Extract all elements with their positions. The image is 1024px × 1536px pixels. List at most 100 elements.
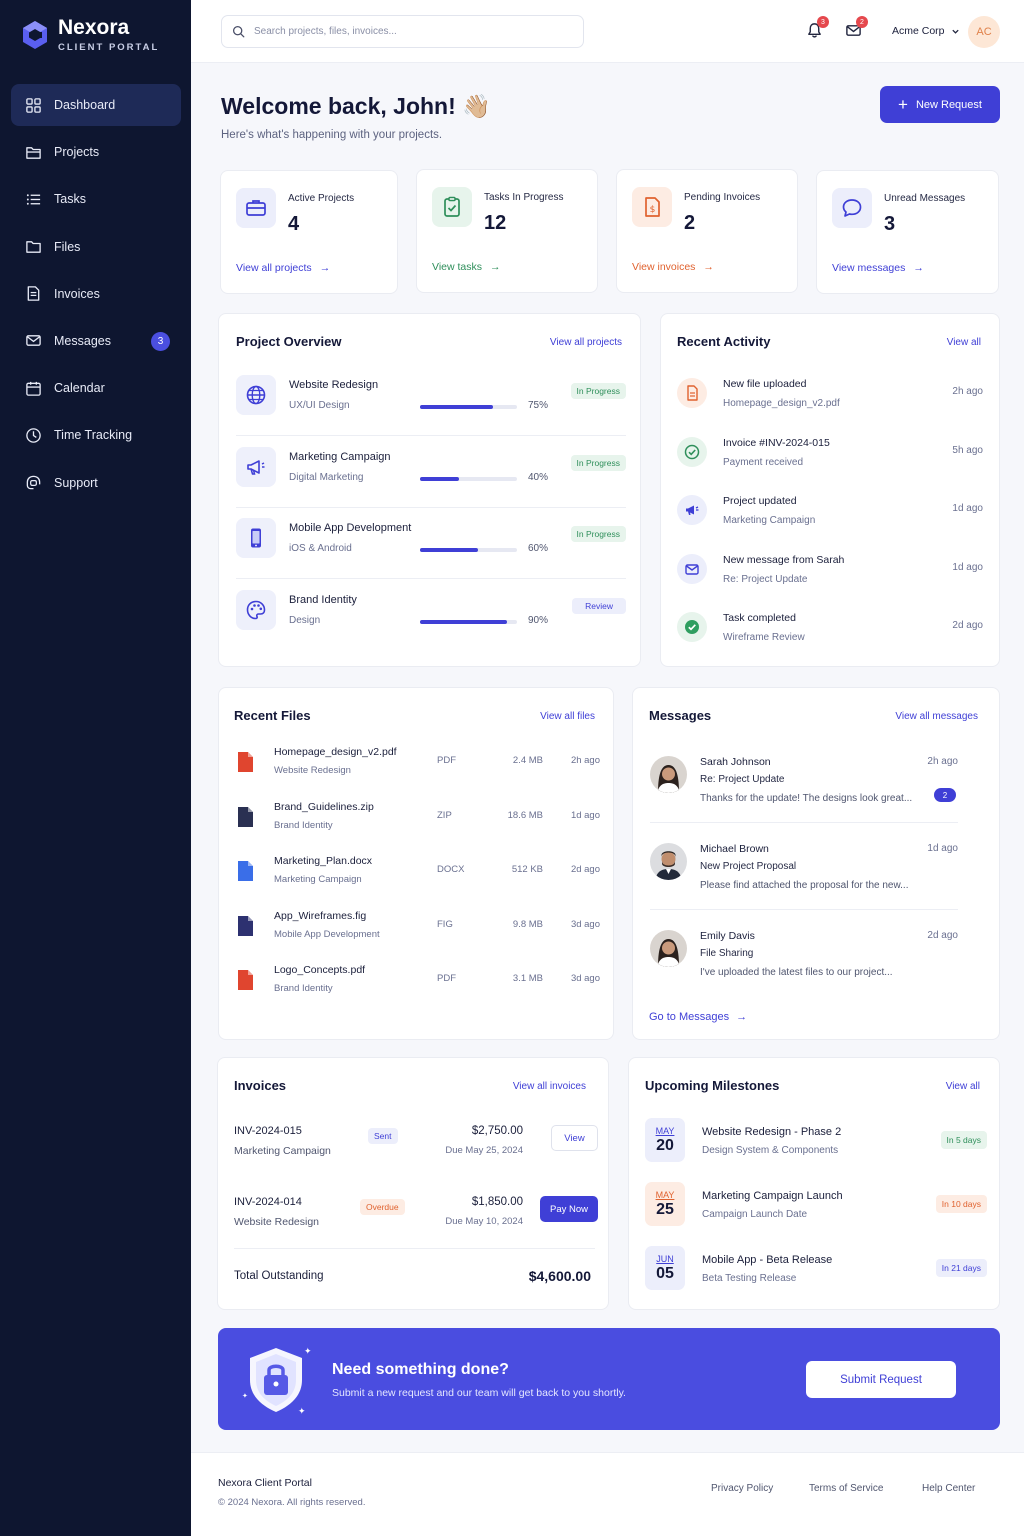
progress-percent: 60% <box>528 543 549 554</box>
phone-icon <box>236 518 276 558</box>
sidebar-item-messages[interactable]: Messages 3 <box>11 320 181 362</box>
pay-now-button[interactable]: Pay Now <box>540 1196 598 1222</box>
project-row[interactable]: Mobile App Development iOS & Android 60% In… <box>236 518 626 590</box>
activity-subtitle: Marketing Campaign <box>723 515 816 526</box>
milestone-item[interactable]: JUN 05 Mobile App - Beta Release Beta Testi… <box>645 1246 987 1308</box>
stat-link-active-projects[interactable]: View all projects → <box>236 262 330 274</box>
view-all-messages-link[interactable]: View all messages <box>895 711 978 722</box>
stat-link-tasks-in-progress[interactable]: View tasks → <box>432 261 501 273</box>
invoice-number: INV-2024-015 <box>234 1125 302 1137</box>
mail-button[interactable]: 2 <box>845 16 868 39</box>
sidebar-item-label: Projects <box>54 145 100 160</box>
stat-label: Active Projects <box>288 193 355 204</box>
cta-title: Need something done? <box>332 1361 509 1378</box>
file-row[interactable]: Brand_Guidelines.zip Brand Identity ZIP 18.… <box>236 801 600 855</box>
chat-bubble-icon <box>832 188 872 228</box>
company-switcher[interactable]: Acme Corp <box>892 25 960 37</box>
project-row[interactable]: Website Redesign UX/UI Design 75% In Progre… <box>236 375 626 447</box>
terms-of-service-link[interactable]: Terms of Service <box>809 1483 883 1494</box>
sidebar-item-time-tracking[interactable]: Time Tracking <box>11 414 181 456</box>
progress-bar-fill <box>420 476 459 481</box>
sidebar-item-dashboard[interactable]: Dashboard <box>11 84 181 126</box>
file-row[interactable]: App_Wireframes.fig Mobile App Development… <box>236 910 600 964</box>
milestone-month: MAY <box>655 1189 675 1200</box>
total-outstanding-label: Total Outstanding <box>234 1270 324 1282</box>
file-row[interactable]: Logo_Concepts.pdf Brand Identity PDF 3.1 MB… <box>236 964 600 1018</box>
help-center-link[interactable]: Help Center <box>922 1483 975 1494</box>
arrow-right-icon: → <box>490 261 501 273</box>
view-all-activity-link[interactable]: View all <box>947 337 981 348</box>
privacy-policy-link[interactable]: Privacy Policy <box>711 1483 773 1494</box>
invoice-icon <box>25 285 42 302</box>
activity-item[interactable]: New message from Sarah Re: Project Update… <box>677 553 983 612</box>
activity-item[interactable]: Invoice #INV-2024-015 Payment received 5h … <box>677 436 983 495</box>
view-all-milestones-link[interactable]: View all <box>946 1081 980 1092</box>
sidebar-item-calendar[interactable]: Calendar <box>11 367 181 409</box>
sidebar-item-support[interactable]: Support <box>11 462 181 504</box>
file-row[interactable]: Homepage_design_v2.pdf Website Redesign PD… <box>236 746 600 800</box>
view-all-projects-link[interactable]: View all projects <box>550 337 622 348</box>
folder-icon <box>25 144 42 161</box>
search-box[interactable] <box>221 15 584 48</box>
milestone-month: JUN <box>656 1253 674 1264</box>
file-type: PDF <box>437 973 456 984</box>
sidebar-item-label: Tasks <box>54 192 86 207</box>
message-sender: Emily Davis <box>700 930 755 942</box>
sidebar-item-invoices[interactable]: Invoices <box>11 273 181 315</box>
message-item[interactable]: Sarah Johnson Re: Project Update Thanks fo… <box>650 756 978 842</box>
sidebar-nav: Dashboard Projects Tasks Files Invoices Messa… <box>11 84 181 509</box>
new-request-button[interactable]: + New Request <box>880 86 1000 123</box>
message-time: 2d ago <box>927 930 958 941</box>
clock-icon <box>25 427 42 444</box>
topbar: 3 2 Acme Corp AC <box>191 0 1024 63</box>
project-overview-card: Project Overview View all projects Websi… <box>218 313 641 667</box>
arrow-right-icon: → <box>736 1011 748 1023</box>
check-circle-outline-icon <box>677 436 707 467</box>
file-folder-icon <box>25 238 42 255</box>
invoice-status-badge: Sent <box>368 1128 398 1144</box>
stat-link-pending-invoices[interactable]: View invoices → <box>632 261 714 273</box>
messages-title: Messages <box>649 708 712 723</box>
sidebar-item-tasks[interactable]: Tasks <box>11 178 181 220</box>
message-item[interactable]: Michael Brown New Project Proposal Please … <box>650 843 978 929</box>
project-name: Marketing Campaign <box>289 450 391 463</box>
brand[interactable]: Nexora CLIENT PORTAL <box>22 16 159 53</box>
sidebar-item-projects[interactable]: Projects <box>11 131 181 173</box>
activity-item[interactable]: Task completed Wireframe Review 2d ago <box>677 612 983 670</box>
activity-title: New file uploaded <box>723 378 807 390</box>
file-name: Logo_Concepts.pdf <box>274 964 366 976</box>
milestone-item[interactable]: MAY 25 Marketing Campaign Launch Campaign L… <box>645 1182 987 1244</box>
avatar[interactable]: AC <box>968 16 1000 48</box>
messages-count-badge: 3 <box>151 331 170 351</box>
activity-item[interactable]: Project updated Marketing Campaign 1d ago <box>677 495 983 553</box>
cta-banner: ✦ ✦ ✦ Need something done? Submit a new … <box>218 1328 1000 1430</box>
message-item[interactable]: Emily Davis File Sharing I've uploaded the… <box>650 930 978 1016</box>
message-preview: I've uploaded the latest files to our pr… <box>700 967 893 978</box>
status-badge: In Progress <box>570 454 626 471</box>
project-row[interactable]: Marketing Campaign Digital Marketing 40% In… <box>236 446 626 519</box>
view-invoice-button[interactable]: View <box>551 1125 598 1151</box>
sidebar-item-files[interactable]: Files <box>11 226 181 268</box>
view-all-files-link[interactable]: View all files <box>540 711 595 722</box>
cta-subtitle: Submit a new request and our team will g… <box>332 1387 626 1399</box>
briefcase-icon <box>236 188 276 228</box>
project-category: Digital Marketing <box>289 471 364 483</box>
milestone-item[interactable]: MAY 20 Website Redesign - Phase 2 Design Sy… <box>645 1118 987 1180</box>
stat-link-unread-messages[interactable]: View messages → <box>832 262 924 274</box>
file-type: FIG <box>437 918 453 930</box>
search-input[interactable] <box>254 26 554 37</box>
go-to-messages-link[interactable]: Go to Messages → <box>649 1011 747 1023</box>
invoices-title: Invoices <box>234 1078 287 1093</box>
message-subject: New Project Proposal <box>700 861 797 872</box>
notifications-button[interactable]: 3 <box>806 16 829 39</box>
invoice-amount: $1,850.00 <box>471 1196 523 1208</box>
file-row[interactable]: Marketing_Plan.docx Marketing Campaign DOC… <box>236 855 600 909</box>
arrow-right-icon: → <box>319 262 331 274</box>
activity-item[interactable]: New file uploaded Homepage_design_v2.pdf 2… <box>677 378 983 436</box>
progress-percent: 75% <box>528 400 549 411</box>
milestone-title: Website Redesign - Phase 2 <box>702 1126 842 1138</box>
project-row[interactable]: Brand Identity Design 90% Review <box>236 589 626 662</box>
view-all-invoices-link[interactable]: View all invoices <box>513 1081 586 1092</box>
status-badge: Review <box>572 597 626 614</box>
submit-request-button[interactable]: Submit Request <box>806 1361 956 1398</box>
